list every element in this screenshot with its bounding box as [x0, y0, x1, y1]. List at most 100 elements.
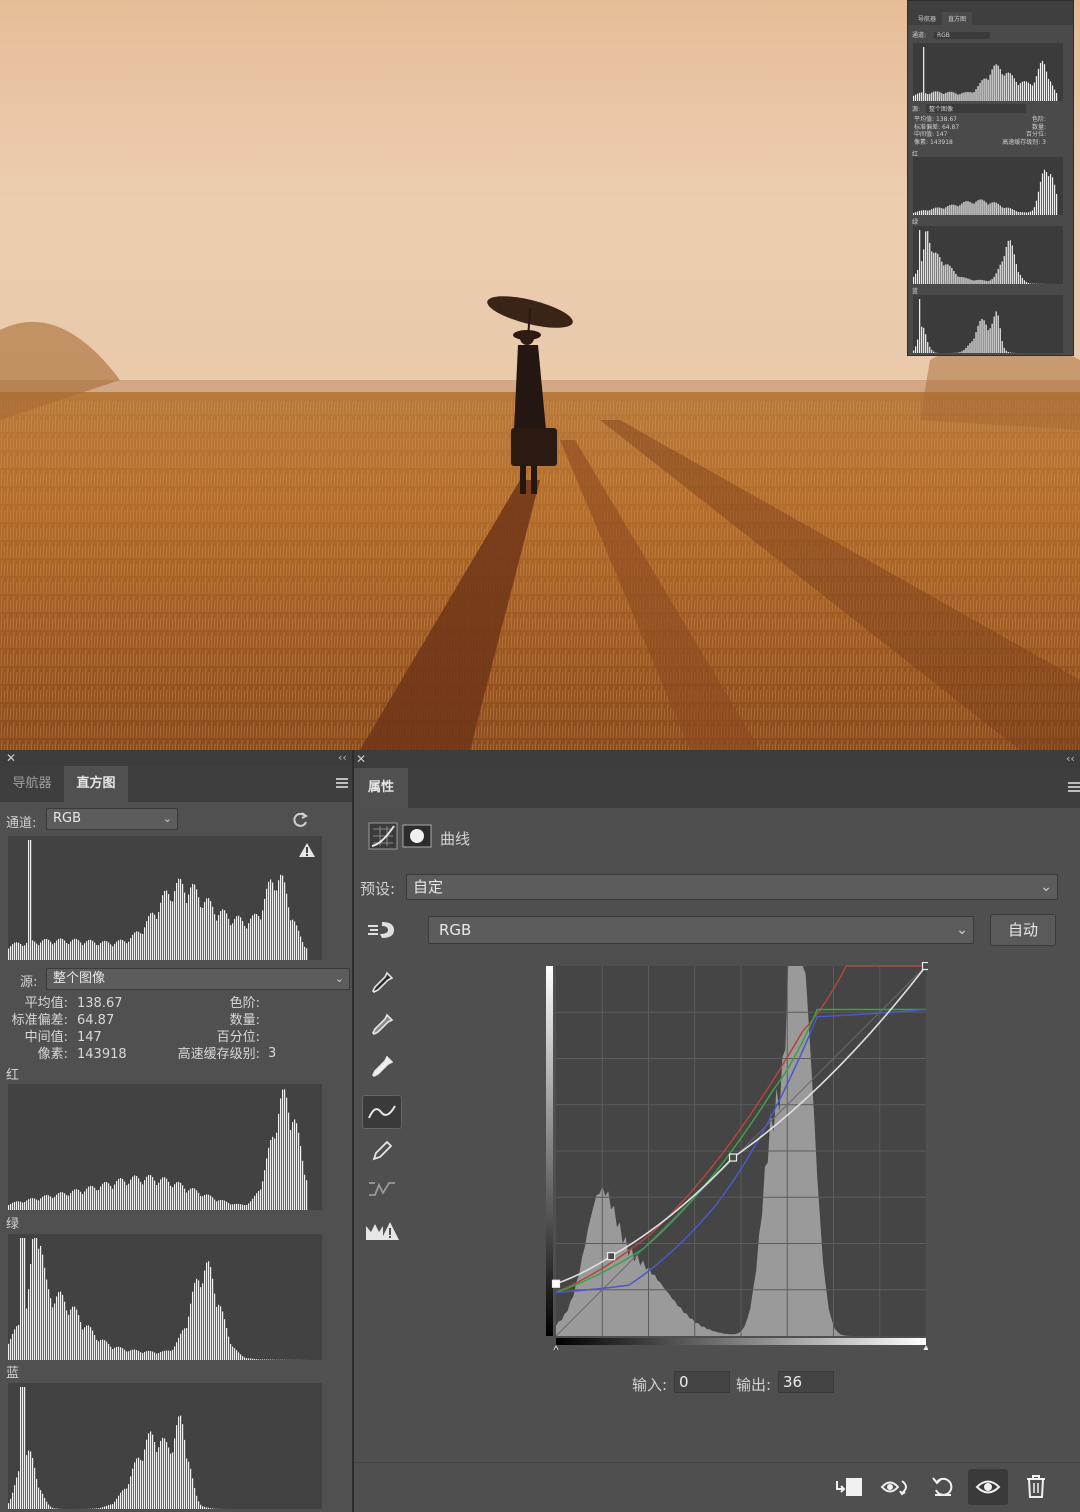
- mini-channel-select[interactable]: RGB: [933, 32, 990, 39]
- histogram-bar: [967, 278, 969, 284]
- histogram-bar: [36, 1238, 38, 1360]
- histogram-bar: [116, 1181, 118, 1210]
- histogram-bar: [72, 1306, 74, 1360]
- smooth-icon[interactable]: [362, 1172, 402, 1206]
- black-point-slider[interactable]: [548, 1344, 564, 1360]
- histogram-bar: [64, 940, 66, 960]
- eyedropper-gray-icon[interactable]: [362, 1008, 402, 1042]
- curve-point-icon[interactable]: [362, 1095, 402, 1129]
- histogram-bar: [124, 941, 126, 960]
- histogram-bar: [995, 202, 997, 215]
- histogram-bar: [50, 1298, 52, 1360]
- histogram-bar: [266, 1359, 268, 1360]
- target-adjust-icon[interactable]: [366, 916, 400, 944]
- view-previous-icon[interactable]: [880, 1475, 914, 1499]
- histogram-bar: [176, 882, 178, 960]
- collapse-icon[interactable]: ‹‹: [338, 751, 347, 764]
- curve-control-point[interactable]: [728, 1153, 738, 1162]
- histogram-bar: [192, 1188, 194, 1210]
- histogram-bar: [182, 884, 184, 960]
- histogram-bar: [977, 279, 979, 284]
- eyedropper-white-icon[interactable]: [362, 1050, 402, 1084]
- refresh-icon[interactable]: [290, 810, 310, 830]
- histogram-bar: [116, 1346, 118, 1360]
- histogram-bar: [202, 1196, 204, 1210]
- histogram-bar: [961, 351, 963, 353]
- histogram-bar: [116, 941, 118, 960]
- histogram-bar: [1015, 81, 1017, 101]
- curve-control-point[interactable]: [607, 1252, 616, 1261]
- histogram-bar: [250, 918, 252, 960]
- histogram-bar: [118, 1178, 120, 1210]
- tab-properties[interactable]: 属性: [354, 768, 408, 808]
- histogram-bar: [12, 1202, 14, 1210]
- pencil-icon[interactable]: [362, 1134, 402, 1168]
- histogram-bar: [22, 945, 24, 960]
- histogram-bar: [124, 1181, 126, 1210]
- histogram-bar: [30, 1264, 32, 1360]
- eyedropper-black-icon[interactable]: [362, 966, 402, 1000]
- histogram-bar: [1013, 254, 1015, 284]
- histogram-bar: [10, 1338, 12, 1360]
- mini-tab-navigator[interactable]: 导航器: [912, 12, 942, 25]
- tab-histogram[interactable]: 直方图: [64, 766, 128, 802]
- histogram-bar: [270, 1140, 272, 1210]
- histogram-bar: [991, 323, 993, 353]
- histogram-bar: [184, 1188, 186, 1210]
- mini-source-select[interactable]: 整个图像: [925, 104, 1026, 113]
- histogram-bar: [943, 265, 945, 284]
- reset-icon[interactable]: [930, 1473, 956, 1499]
- warning-icon[interactable]: [298, 842, 316, 858]
- panel-menu-icon[interactable]: [336, 778, 348, 790]
- histogram-bar: [144, 1449, 146, 1509]
- histogram-bar: [84, 1327, 86, 1360]
- curves-graph[interactable]: [546, 961, 934, 1360]
- clipping-warning-icon[interactable]: [362, 1214, 402, 1248]
- mini-composite-histogram: [913, 43, 1063, 101]
- histogram-bar: [937, 207, 939, 215]
- histogram-bar: [248, 1358, 250, 1360]
- mini-tab-histogram[interactable]: 直方图: [942, 12, 973, 25]
- tab-navigator[interactable]: 导航器: [0, 766, 64, 802]
- histogram-bar: [128, 1484, 130, 1509]
- close-icon[interactable]: ✕: [356, 752, 366, 766]
- channel-select[interactable]: RGB ⌄: [46, 808, 178, 830]
- histogram-bar: [983, 320, 985, 353]
- histogram-bar: [244, 926, 246, 960]
- histogram-bar: [1011, 75, 1013, 101]
- histogram-bar: [62, 938, 64, 960]
- histogram-bar: [941, 261, 943, 284]
- preset-select[interactable]: 自定 ⌄: [406, 874, 1058, 900]
- curves-adjust-icon[interactable]: [368, 822, 398, 850]
- histogram-bar: [967, 345, 969, 353]
- source-select[interactable]: 整个图像 ⌄: [46, 968, 350, 990]
- curve-channel-select[interactable]: RGB ⌄: [428, 916, 974, 944]
- output-field[interactable]: 36: [778, 1371, 834, 1393]
- mask-icon[interactable]: [402, 824, 432, 848]
- input-field[interactable]: 0: [674, 1371, 730, 1393]
- curve-control-point[interactable]: [551, 1279, 561, 1288]
- histogram-bar: [234, 1203, 236, 1210]
- histogram-bar: [208, 898, 210, 960]
- histogram-bar: [979, 279, 981, 284]
- histogram-bar: [44, 1267, 46, 1360]
- histogram-bar: [150, 1350, 152, 1360]
- clip-to-layer-icon[interactable]: [834, 1475, 866, 1499]
- histogram-bar: [128, 941, 130, 960]
- histogram-bar: [138, 1457, 140, 1509]
- auto-button[interactable]: 自动: [990, 914, 1056, 946]
- trash-icon[interactable]: [1024, 1473, 1048, 1499]
- visibility-toggle[interactable]: [968, 1469, 1008, 1505]
- histogram-bar: [74, 1306, 76, 1360]
- collapse-icon[interactable]: ‹‹: [1066, 752, 1075, 765]
- histogram-bar: [208, 1507, 210, 1509]
- histogram-bar: [268, 1359, 270, 1360]
- histogram-bar: [172, 901, 174, 960]
- close-icon[interactable]: ✕: [6, 751, 16, 765]
- panel-menu-icon[interactable]: [1068, 782, 1080, 794]
- histogram-bar: [46, 1195, 48, 1210]
- histogram-bar: [1011, 245, 1013, 284]
- histogram-bar: [931, 251, 933, 284]
- curve-control-point[interactable]: [921, 961, 931, 971]
- white-point-slider[interactable]: [918, 1344, 934, 1360]
